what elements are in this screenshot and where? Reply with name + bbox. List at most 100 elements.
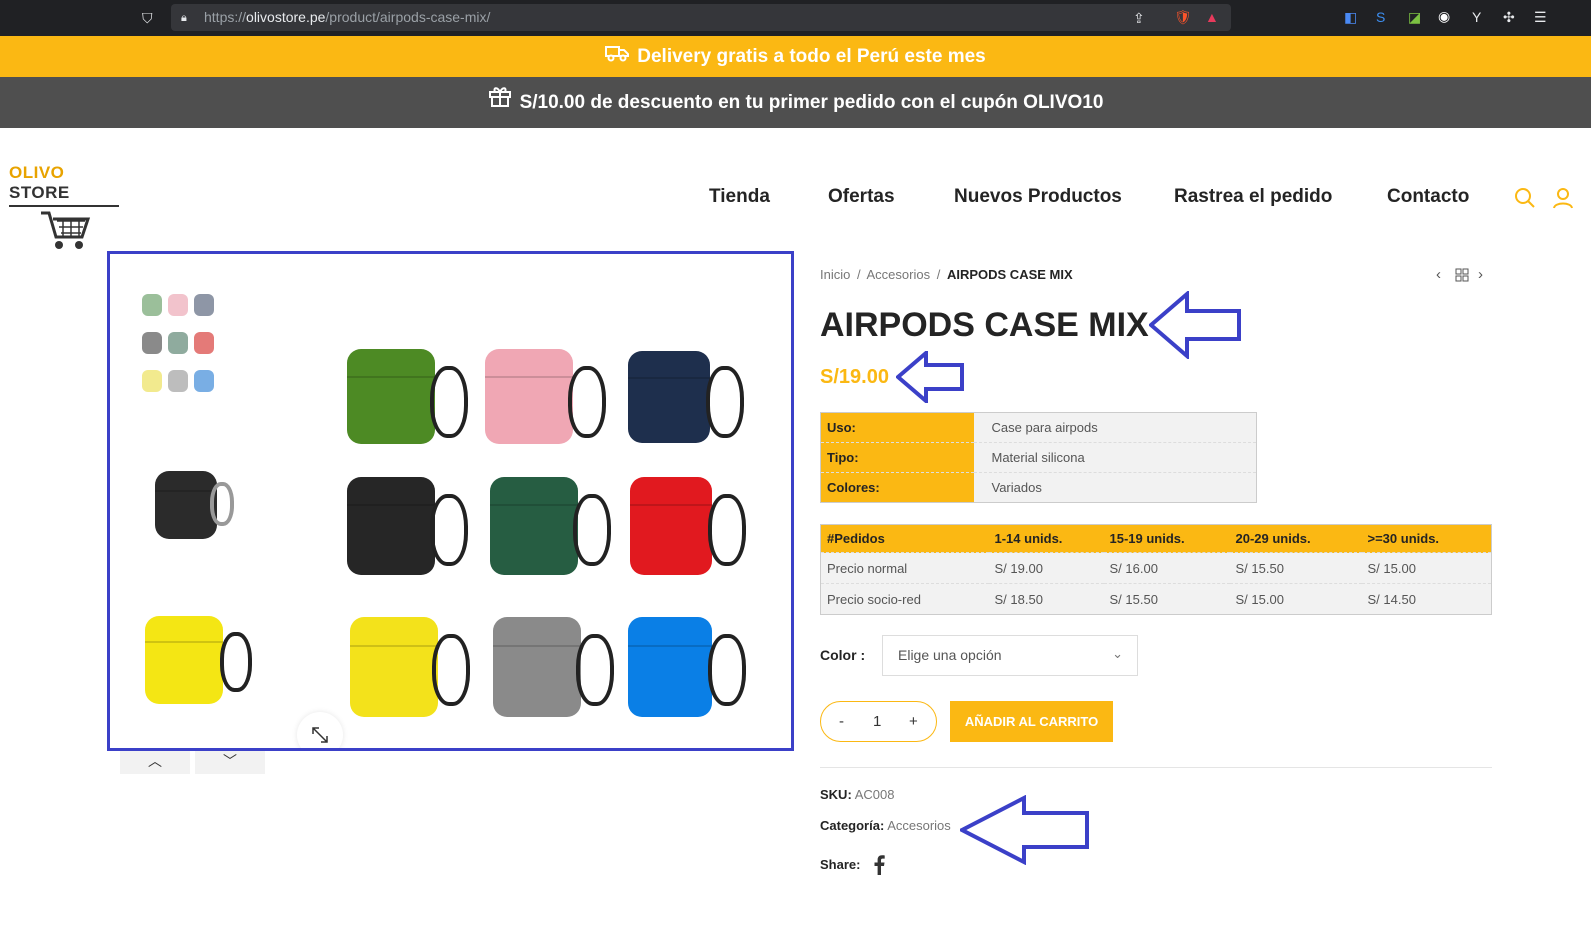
user-icon[interactable]: [1553, 187, 1573, 214]
url-domain: olivostore.pe: [246, 9, 326, 25]
url-prefix: https://: [204, 9, 247, 25]
annotation-arrow-title: [1149, 291, 1241, 359]
coupon-banner: S/10.00 de descuento en tu primer pedido…: [0, 77, 1591, 128]
spec-value: Case para airpods: [973, 412, 1257, 443]
search-icon[interactable]: [1514, 187, 1536, 214]
breadcrumb-home[interactable]: Inicio: [820, 267, 850, 282]
annotation-arrow-category: [960, 795, 1089, 865]
chevron-down-icon: ﹀: [223, 753, 237, 769]
breadcrumb-category[interactable]: Accesorios: [867, 267, 931, 282]
color-select-value: Elige una opción: [898, 647, 1002, 663]
spec-key: Uso:: [820, 412, 974, 443]
brave-shield-icon[interactable]: 🛡︎: [1174, 9, 1192, 25]
gallery-down-button[interactable]: ﹀: [195, 751, 265, 774]
pricing-cell: Precio normal: [820, 552, 989, 584]
qty-input[interactable]: 1: [873, 713, 881, 730]
bookmark-icon[interactable]: ⛉: [142, 10, 153, 26]
green-case-image: [347, 349, 435, 444]
d-extension-icon[interactable]: ◪: [1408, 9, 1421, 25]
profile-extension-icon[interactable]: ◉: [1438, 8, 1450, 24]
breadcrumb: Inicio / Accesorios / AIRPODS CASE MIX: [820, 267, 1073, 282]
prev-product-icon[interactable]: ‹: [1436, 266, 1441, 283]
pricing-row: Precio socio-red S/ 18.50 S/ 15.50 S/ 15…: [820, 583, 1492, 615]
product-image-gallery[interactable]: [107, 251, 794, 751]
facebook-icon[interactable]: [873, 855, 885, 880]
pricing-header: 20-29 unids.: [1229, 524, 1362, 553]
navy-case-image: [628, 351, 710, 443]
spec-value: Material silicona: [973, 442, 1257, 473]
share-page-icon[interactable]: ⇪: [1133, 10, 1145, 26]
pricing-cell: Precio socio-red: [820, 583, 989, 615]
puzzle-icon[interactable]: ✣: [1503, 9, 1515, 25]
y-extension-icon[interactable]: Y: [1472, 9, 1481, 25]
store-logo[interactable]: OLIVO STORE: [9, 163, 121, 258]
black-grid-case-image: [347, 477, 435, 575]
spec-key: Tipo:: [820, 442, 974, 473]
address-bar[interactable]: 🔒︎ https://olivostore.pe/product/airpods…: [171, 4, 1231, 31]
black-case-image: [155, 471, 217, 539]
annotation-arrow-price: [896, 351, 964, 403]
pricing-header: 1-14 unids.: [988, 524, 1104, 553]
delivery-banner: Delivery gratis a todo el Perú este mes: [0, 36, 1591, 77]
gift-icon: [488, 77, 512, 128]
spec-key: Colores:: [820, 472, 974, 503]
nav-ofertas[interactable]: Ofertas: [828, 186, 895, 208]
browser-toolbar: ⛉ 🔒︎ https://olivostore.pe/product/airpo…: [0, 0, 1591, 36]
category-label: Categoría:: [820, 818, 885, 833]
blue-case-image: [628, 617, 712, 717]
thumbnail-row-2: [142, 332, 214, 354]
thumbnail-row-1: [142, 294, 214, 316]
s-extension-icon[interactable]: S: [1376, 9, 1385, 25]
url-path: /product/airpods-case-mix/: [325, 9, 491, 25]
playlist-icon[interactable]: ☰: [1534, 9, 1547, 25]
url-text: https://olivostore.pe/product/airpods-ca…: [204, 9, 490, 25]
lock-icon: 🔒︎: [181, 12, 187, 24]
chevron-down-icon: ⌄: [1112, 646, 1123, 661]
nav-tienda[interactable]: Tienda: [709, 186, 770, 208]
category-line: Categoría: Accesorios: [820, 818, 951, 833]
thumbnail-row-3: [142, 370, 214, 392]
pricing-row: Precio normal S/ 19.00 S/ 16.00 S/ 15.50…: [820, 552, 1492, 584]
qty-minus-button[interactable]: -: [839, 713, 844, 730]
pricing-header: >=30 unids.: [1361, 524, 1492, 553]
pricing-cell: S/ 15.00: [1229, 583, 1362, 615]
translate-extension-icon[interactable]: ◧: [1344, 9, 1357, 25]
grid-view-icon[interactable]: [1455, 268, 1469, 287]
breadcrumb-separator: /: [936, 267, 941, 282]
yellow-grid-case-image: [350, 617, 438, 717]
pricing-cell: S/ 18.50: [988, 583, 1104, 615]
chevron-up-icon: ︿: [148, 753, 162, 769]
breadcrumb-current: AIRPODS CASE MIX: [946, 267, 1073, 282]
pricing-cell: S/ 15.50: [1229, 552, 1362, 584]
brave-rewards-icon[interactable]: ▲: [1205, 9, 1219, 25]
pricing-header: 15-19 unids.: [1103, 524, 1230, 553]
share-label: Share:: [820, 857, 861, 872]
pricing-header-row: #Pedidos 1-14 unids. 15-19 unids. 20-29 …: [820, 524, 1492, 553]
next-product-icon[interactable]: ›: [1478, 266, 1483, 283]
fullscreen-icon[interactable]: [297, 712, 343, 748]
nav-rastrea-pedido[interactable]: Rastrea el pedido: [1174, 186, 1332, 208]
product-price: S/19.00: [820, 366, 889, 388]
nav-nuevos-productos[interactable]: Nuevos Productos: [954, 186, 1122, 208]
nav-contacto[interactable]: Contacto: [1387, 186, 1469, 208]
sku-value: AC008: [854, 787, 895, 802]
breadcrumb-separator: /: [856, 267, 861, 282]
logo-part2: STORE: [9, 183, 70, 202]
cart-logo-icon: [41, 211, 91, 249]
color-label: Color :: [820, 647, 866, 663]
color-select[interactable]: Elige una opción ⌄: [882, 635, 1138, 676]
spec-row: Tipo: Material silicona: [820, 442, 1257, 473]
dark-green-case-image: [490, 477, 578, 575]
add-to-cart-button[interactable]: AÑADIR AL CARRITO: [950, 701, 1113, 742]
gallery-up-button[interactable]: ︿: [120, 751, 190, 774]
pink-case-image: [485, 349, 573, 444]
product-title: AIRPODS CASE MIX: [820, 306, 1149, 344]
sku-label: SKU:: [820, 787, 852, 802]
pricing-table: #Pedidos 1-14 unids. 15-19 unids. 20-29 …: [820, 524, 1492, 615]
category-link[interactable]: Accesorios: [887, 818, 951, 833]
quantity-stepper: - 1 +: [820, 701, 937, 742]
pricing-cell: S/ 16.00: [1103, 552, 1230, 584]
qty-plus-button[interactable]: +: [909, 713, 918, 730]
pricing-cell: S/ 15.50: [1103, 583, 1230, 615]
gray-case-image: [493, 617, 581, 717]
